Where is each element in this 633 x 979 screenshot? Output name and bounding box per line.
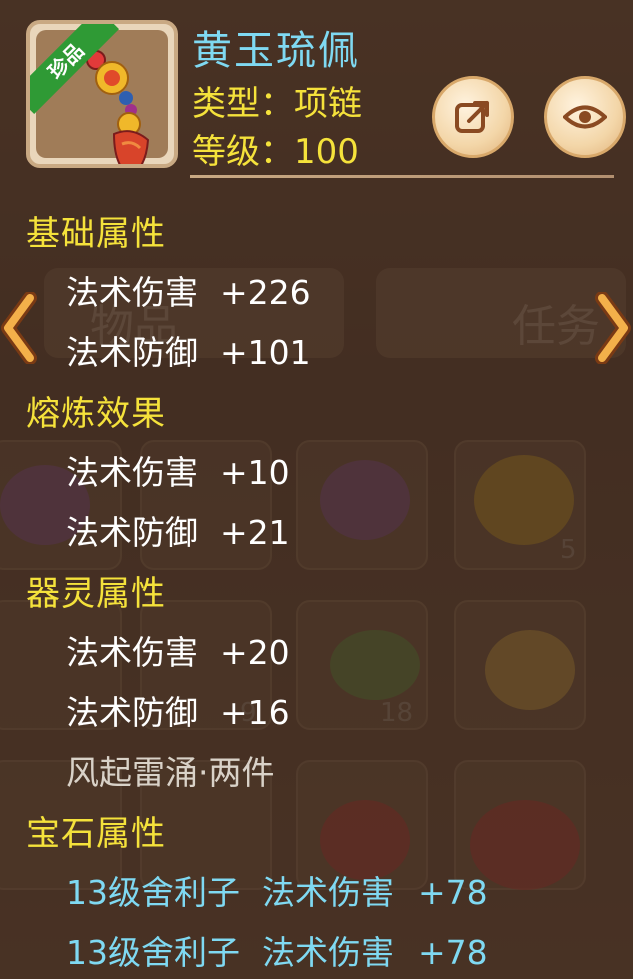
stat-value: +226 [220,273,311,312]
stat-row: 法术伤害 +10 [66,446,290,494]
stat-value: +101 [220,333,311,372]
section-gems-header: 宝石属性 [26,814,166,854]
prev-arrow-icon[interactable] [0,292,40,364]
gem-stat: 法术伤害 [262,933,394,972]
stat-row: 法术伤害 +20 [66,626,290,674]
stat-name: 法术防御 [66,693,198,732]
stat-name: 法术防御 [66,333,198,372]
share-button[interactable] [432,76,514,158]
stat-name: 法术伤害 [66,453,198,492]
stat-name: 法术防御 [66,513,198,552]
share-icon [455,101,489,133]
next-arrow-icon[interactable] [592,292,632,364]
gem-name: 13级舍利子 [66,873,240,912]
set-bonus-name: 风起雷涌·两件 [66,753,275,792]
section-refine-header: 熔炼效果 [26,394,166,434]
stat-row: 法术防御 +21 [66,506,290,554]
stat-value: +16 [220,693,290,732]
section-spirit-header: 器灵属性 [26,574,166,614]
stat-row: 法术伤害 +226 [66,266,311,314]
stat-name: 法术伤害 [66,273,198,312]
stat-name: 法术伤害 [66,633,198,672]
stat-value: +21 [220,513,290,552]
eye-icon [563,105,607,129]
item-name: 黄玉琉佩 [192,28,360,74]
item-level: 等级：100 [192,132,359,172]
item-type: 类型：项链 [192,84,362,124]
preview-button[interactable] [544,76,626,158]
gem-name: 13级舍利子 [66,933,240,972]
stat-value: +10 [220,453,290,492]
stat-value: +20 [220,633,290,672]
stat-row: 法术防御 +16 [66,686,290,734]
stat-row: 法术防御 +101 [66,326,311,374]
necklace-pendant-icon [86,50,150,164]
gem-stat: 法术伤害 [262,873,394,912]
header-divider [190,175,614,178]
gem-row: 13级舍利子 法术伤害 +78 [66,926,488,974]
item-icon-frame: 珍品 [26,20,178,168]
gem-row: 13级舍利子 法术伤害 +78 [66,866,488,914]
item-tooltip-panel: 珍品 黄玉琉佩 类型：项链 等级：100 基础属性 法术伤害 +226 法术防御 +… [0,0,633,979]
gem-value: +78 [418,873,488,912]
section-base-header: 基础属性 [26,214,166,254]
gem-value: +78 [418,933,488,972]
